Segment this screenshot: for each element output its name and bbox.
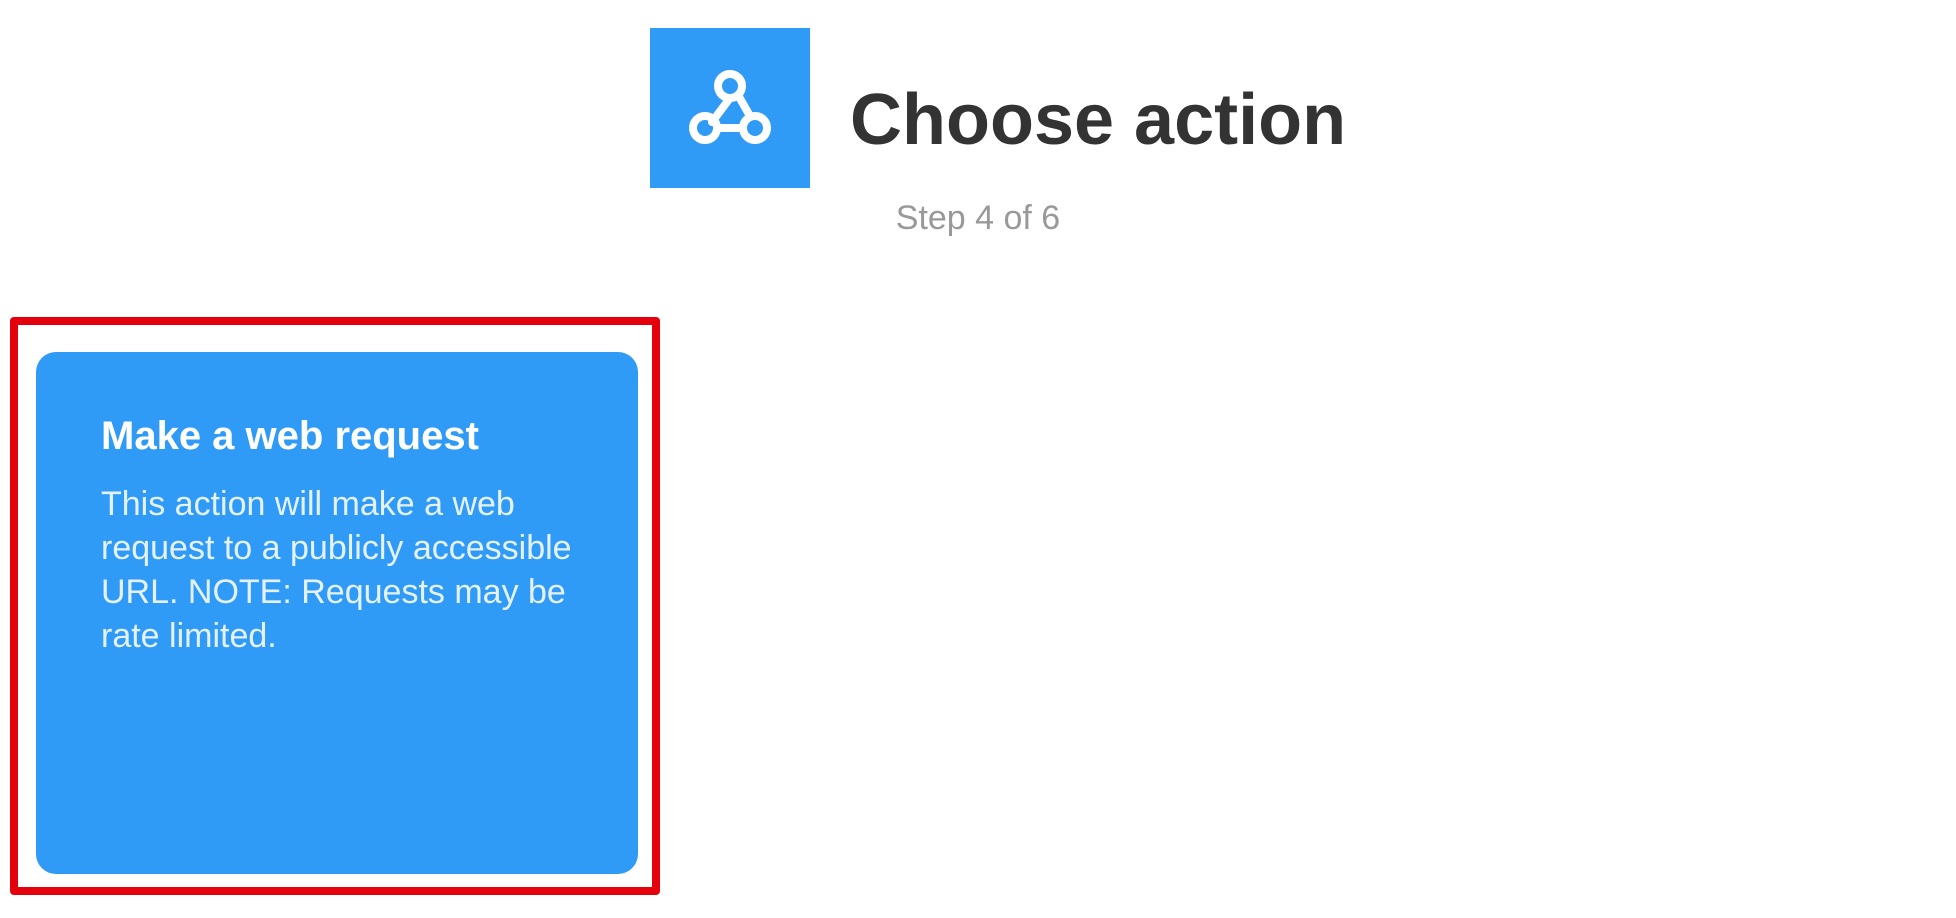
service-logo-tile [650, 28, 810, 188]
action-card-make-web-request[interactable]: Make a web request This action will make… [36, 352, 638, 874]
action-card-description: This action will make a web request to a… [101, 485, 572, 655]
page-title: Choose action [850, 80, 1347, 160]
step-indicator: Step 4 of 6 [895, 199, 1061, 237]
webhooks-icon [689, 70, 771, 144]
choose-action-page: Choose action Step 4 of 6 Make a web req… [0, 0, 1956, 918]
action-card-title: Make a web request [101, 414, 479, 458]
